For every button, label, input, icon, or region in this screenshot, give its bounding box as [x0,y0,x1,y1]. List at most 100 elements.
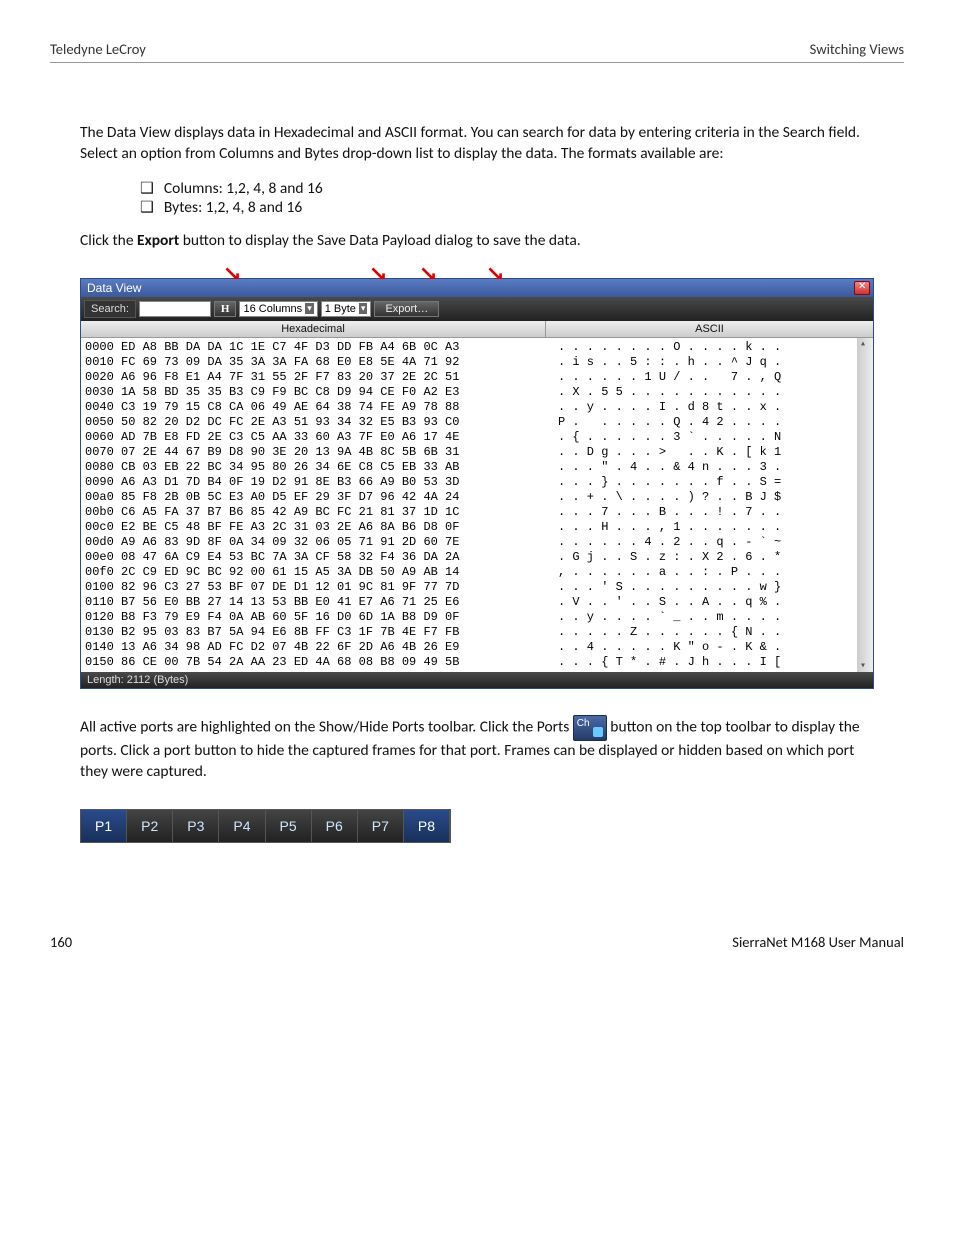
offset: 0100 [85,580,121,595]
data-view-titlebar: Data View [81,279,873,297]
data-view-panel: ↘ ↘ ↘ ↘ Data View Search: H 16 Columns 1… [80,278,874,689]
hex-bytes: 1A 58 BD 35 35 B3 C9 F9 BC C8 D9 94 CE F… [121,385,550,400]
ascii-bytes: . . . . . . . . O . . . . k . . [550,340,869,355]
offset: 00a0 [85,490,121,505]
offset: 0010 [85,355,121,370]
offset: 00e0 [85,550,121,565]
offset: 0150 [85,655,121,670]
export-paragraph: Click the Export button to display the S… [80,231,874,252]
formats-bytes: Bytes: 1,2, 4, 8 and 16 [140,198,874,217]
offset: 0020 [85,370,121,385]
offset: 0140 [85,640,121,655]
hex-row: 005050 82 20 D2 DC FC 2E A3 51 93 34 32 … [85,415,869,430]
port-button[interactable]: P5 [266,810,312,842]
port-button[interactable]: P7 [358,810,404,842]
hex-bytes: A6 A3 D1 7D B4 0F 19 D2 91 8E B3 66 A9 B… [121,475,550,490]
hex-row: 015086 CE 00 7B 54 2A AA 23 ED 4A 68 08 … [85,655,869,670]
ascii-bytes: . . 4 . . . . . K " o - . K & . [550,640,869,655]
hex-bytes: 07 2E 44 67 B9 D8 90 3E 20 13 9A 4B 8C 5… [121,445,550,460]
page-header: Teledyne LeCroy Switching Views [50,40,904,63]
header-left: Teledyne LeCroy [50,40,146,58]
hex-row: 00d0A9 A6 83 9D 8F 0A 34 09 32 06 05 71 … [85,535,869,550]
hex-row: 0040C3 19 79 15 C8 CA 06 49 AE 64 38 74 … [85,400,869,415]
hex-bytes: AD 7B E8 FD 2E C3 C5 AA 33 60 A3 7F E0 A… [121,430,550,445]
column-headers: Hexadecimal ASCII [81,321,873,338]
hex-bytes: A6 96 F8 E1 A4 7F 31 55 2F F7 83 20 37 2… [121,370,550,385]
offset: 0070 [85,445,121,460]
close-icon[interactable] [854,281,870,295]
hex-row: 014013 A6 34 98 AD FC D2 07 4B 22 6F 2D … [85,640,869,655]
bytes-dropdown[interactable]: 1 Byte [321,301,372,317]
hex-bytes: C3 19 79 15 C8 CA 06 49 AE 64 38 74 FE A… [121,400,550,415]
port-button[interactable]: P8 [404,810,450,842]
hex-bytes: 86 CE 00 7B 54 2A AA 23 ED 4A 68 08 B8 0… [121,655,550,670]
header-right: Switching Views [810,40,904,58]
hex-row: 0080CB 03 EB 22 BC 34 95 80 26 34 6E C8 … [85,460,869,475]
hex-row: 0090A6 A3 D1 7D B4 0F 19 D2 91 8E B3 66 … [85,475,869,490]
hex-bytes: CB 03 EB 22 BC 34 95 80 26 34 6E C8 C5 E… [121,460,550,475]
offset: 0000 [85,340,121,355]
port-button[interactable]: P4 [219,810,265,842]
hex-row: 0060AD 7B E8 FD 2E C3 C5 AA 33 60 A3 7F … [85,430,869,445]
ascii-bytes: . . . } . . . . . . . f . . S = [550,475,869,490]
ascii-bytes: . . + . \ . . . . ) ? . . B J $ [550,490,869,505]
ascii-bytes: . . . H . . . , 1 . . . . . . . [550,520,869,535]
hex-row: 0120B8 F3 79 E9 F4 0A AB 60 5F 16 D0 6D … [85,610,869,625]
offset: 0040 [85,400,121,415]
page-number: 160 [50,933,72,951]
hex-row: 00e008 47 6A C9 E4 53 BC 7A 3A CF 58 32 … [85,550,869,565]
manual-title: SierraNet M168 User Manual [732,933,904,951]
hex-bytes: 82 96 C3 27 53 BF 07 DE D1 12 01 9C 81 9… [121,580,550,595]
offset: 00d0 [85,535,121,550]
ascii-bytes: . . . . . Z . . . . . . { N . . [550,625,869,640]
hex-bytes: 13 A6 34 98 AD FC D2 07 4B 22 6F 2D A6 4… [121,640,550,655]
ascii-bytes: . V . . ' . . S . . A . . q % . [550,595,869,610]
hex-bytes: A9 A6 83 9D 8F 0A 34 09 32 06 05 71 91 2… [121,535,550,550]
ascii-bytes: . { . . . . . . 3 ` . . . . . N [550,430,869,445]
hex-row: 0020A6 96 F8 E1 A4 7F 31 55 2F F7 83 20 … [85,370,869,385]
hex-bytes: 08 47 6A C9 E4 53 BC 7A 3A CF 58 32 F4 3… [121,550,550,565]
ascii-bytes: . X . 5 5 . . . . . . . . . . . [550,385,869,400]
offset: 0090 [85,475,121,490]
export-button[interactable]: Export… [374,301,439,317]
ascii-bytes: . . . . . . 1 U / . . 7 . , Q [550,370,869,385]
offset: 0030 [85,385,121,400]
ascii-bytes: . i s . . 5 : : . h . . ^ J q . [550,355,869,370]
hex-row: 0130B2 95 03 83 B7 5A 94 E6 8B FF C3 1F … [85,625,869,640]
offset: 00f0 [85,565,121,580]
formats-list: Columns: 1,2, 4, 8 and 16 Bytes: 1,2, 4,… [140,179,874,217]
hex-bytes: B7 56 E0 BB 27 14 13 53 BB E0 41 E7 A6 7… [121,595,550,610]
hex-toggle-button[interactable]: H [214,301,237,317]
ascii-bytes: . . . 7 . . . B . . . ! . 7 . . [550,505,869,520]
offset: 0120 [85,610,121,625]
port-button[interactable]: P6 [312,810,358,842]
hex-row: 010082 96 C3 27 53 BF 07 DE D1 12 01 9C … [85,580,869,595]
ascii-bytes: . . D g . . . > . . K . [ k 1 [550,445,869,460]
ascii-bytes: . . . { T * . # . J h . . . I [ [550,655,869,670]
offset: 0060 [85,430,121,445]
search-input[interactable] [139,301,211,317]
ascii-bytes: . . . ' S . . . . . . . . . w } [550,580,869,595]
hex-row: 00a085 F8 2B 0B 5C E3 A0 D5 EF 29 3F D7 … [85,490,869,505]
hex-column-header: Hexadecimal [81,321,546,337]
hex-bytes: B8 F3 79 E9 F4 0A AB 60 5F 16 D0 6D 1A B… [121,610,550,625]
page-footer: 160 SierraNet M168 User Manual [50,933,904,951]
hex-dump-body: 0000ED A8 BB DA DA 1C 1E C7 4F D3 DD FB … [81,338,873,672]
hex-row: 0000ED A8 BB DA DA 1C 1E C7 4F D3 DD FB … [85,340,869,355]
ascii-column-header: ASCII [546,321,873,337]
hex-bytes: 50 82 20 D2 DC FC 2E A3 51 93 34 32 E5 B… [121,415,550,430]
port-button[interactable]: P1 [81,810,127,842]
hex-row: 0110B7 56 E0 BB 27 14 13 53 BB E0 41 E7 … [85,595,869,610]
hex-bytes: FC 69 73 09 DA 35 3A 3A FA 68 E0 E8 5E 4… [121,355,550,370]
ascii-bytes: . . . " . 4 . . & 4 n . . . 3 . [550,460,869,475]
port-button[interactable]: P2 [127,810,173,842]
offset: 0080 [85,460,121,475]
offset: 0050 [85,415,121,430]
hex-row: 00b0C6 A5 FA 37 B7 B6 85 42 A9 BC FC 21 … [85,505,869,520]
hex-row: 00301A 58 BD 35 35 B3 C9 F9 BC C8 D9 94 … [85,385,869,400]
columns-dropdown[interactable]: 16 Columns [239,301,317,317]
port-button[interactable]: P3 [173,810,219,842]
scrollbar[interactable] [857,338,873,672]
ascii-bytes: . . y . . . . ` _ . . m . . . . [550,610,869,625]
ascii-bytes: . . y . . . . I . d 8 t . . x . [550,400,869,415]
